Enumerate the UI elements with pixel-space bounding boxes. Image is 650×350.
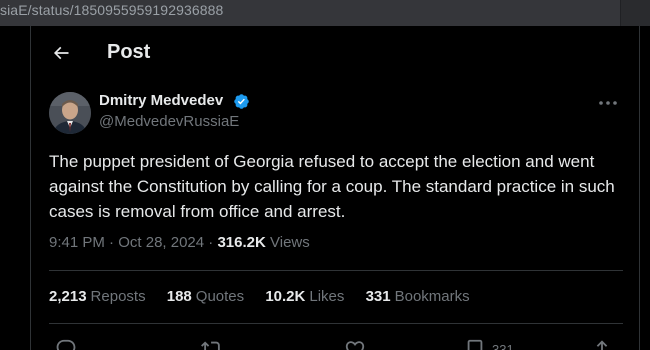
- bookmarks-label: Bookmarks: [394, 288, 470, 305]
- quotes-stat[interactable]: 188 Quotes: [167, 288, 244, 305]
- back-button[interactable]: [43, 35, 79, 71]
- repost-icon: [201, 341, 220, 350]
- quotes-label: Quotes: [195, 288, 245, 305]
- divider: [49, 323, 623, 324]
- share-icon: [596, 340, 608, 350]
- divider: [49, 270, 623, 271]
- post-stats: 2,213 Reposts 188 Quotes 10.2K Likes 331 Boo…: [49, 288, 487, 305]
- address-bar-edge: [620, 0, 650, 26]
- reply-button[interactable]: [55, 334, 77, 350]
- post-meta: 9:41 PM · Oct 28, 2024 · 316.2K Views: [49, 234, 310, 251]
- avatar-photo: [49, 92, 91, 134]
- bookmarks-count: 331: [365, 288, 391, 305]
- address-url[interactable]: siaE/status/1850955959192936888: [0, 2, 223, 18]
- reposts-label: Reposts: [90, 288, 146, 305]
- post-text: The puppet president of Georgia refused …: [49, 152, 615, 221]
- like-icon: [345, 341, 365, 350]
- meta-separator: ·: [109, 234, 115, 251]
- meta-separator: ·: [208, 234, 214, 251]
- author-name[interactable]: Dmitry Medvedev: [99, 92, 223, 109]
- more-button[interactable]: [593, 92, 623, 114]
- views-label: Views: [270, 234, 310, 251]
- post-date[interactable]: Oct 28, 2024: [118, 234, 204, 251]
- reply-icon: [56, 339, 76, 350]
- avatar[interactable]: [49, 92, 91, 134]
- more-horizontal-icon: [599, 101, 617, 105]
- bookmark-button[interactable]: 331: [464, 334, 514, 350]
- author-handle[interactable]: @MedvedevRussiaE: [99, 113, 239, 130]
- page-title: Post: [107, 41, 151, 63]
- browser-address-bar[interactable]: siaE/status/1850955959192936888: [0, 0, 650, 26]
- repost-button[interactable]: [201, 334, 223, 350]
- bookmark-icon: [467, 339, 483, 350]
- reposts-count: 2,213: [49, 288, 87, 305]
- views-count: 316.2K: [217, 234, 266, 251]
- likes-label: Likes: [309, 288, 345, 305]
- verified-badge-icon: [234, 94, 249, 109]
- post-header: Post: [31, 26, 639, 79]
- bookmarks-stat[interactable]: 331 Bookmarks: [366, 288, 470, 305]
- likes-count: 10.2K: [265, 288, 306, 305]
- post-time[interactable]: 9:41 PM: [49, 234, 105, 251]
- share-button[interactable]: [591, 334, 613, 350]
- quotes-count: 188: [166, 288, 192, 305]
- action-bar: 331: [49, 334, 623, 350]
- bookmark-action-count: 331: [492, 341, 514, 350]
- post-column: Post Dmitry Medvedev @MedvedevRussiaE Th…: [30, 26, 640, 350]
- reposts-stat[interactable]: 2,213 Reposts: [49, 288, 146, 305]
- arrow-left-icon: [53, 46, 69, 60]
- like-button[interactable]: [344, 334, 366, 350]
- likes-stat[interactable]: 10.2K Likes: [265, 288, 344, 305]
